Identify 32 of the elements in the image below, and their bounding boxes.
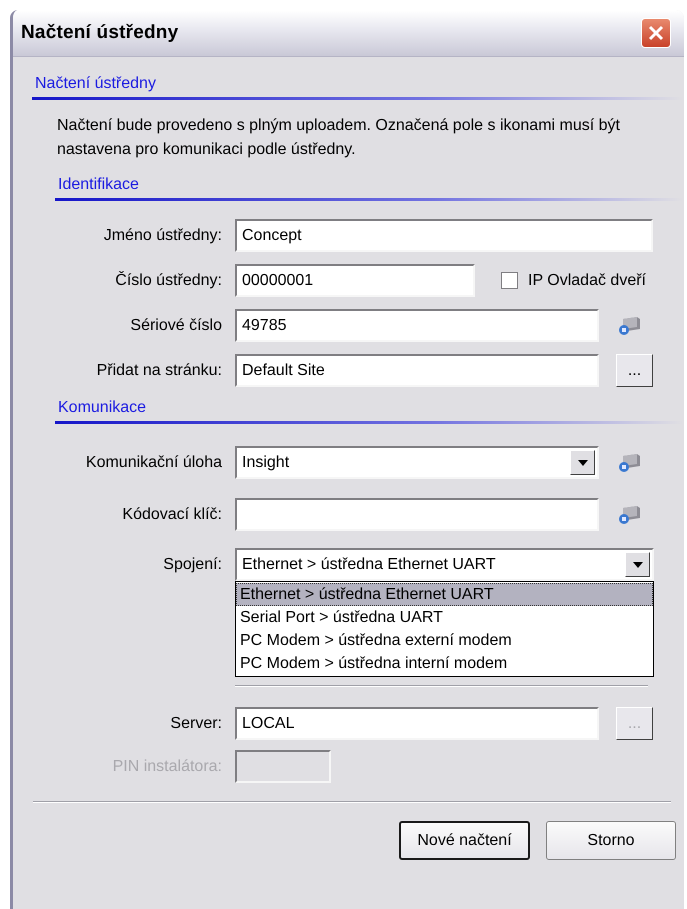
- device-icon: [617, 504, 641, 526]
- name-field[interactable]: Concept: [235, 219, 653, 252]
- close-icon: [647, 24, 665, 42]
- dropdown-option[interactable]: Ethernet > ústředna Ethernet UART: [236, 583, 653, 606]
- serial-field[interactable]: 49785: [235, 309, 599, 342]
- site-field[interactable]: Default Site: [235, 354, 599, 387]
- field-label: Přidat na stránku:: [96, 362, 222, 380]
- field-label: Kódovací klíč:: [121, 506, 222, 524]
- number-field[interactable]: 00000001: [235, 264, 475, 297]
- window-title: Načtení ústředny: [21, 22, 178, 44]
- description-text: Načtení bude provedeno s plným uploadem. Označená pole s ikonami musí být nastavena pro komunikaci podle ústředny.: [57, 116, 621, 160]
- field-label: Číslo ústředny:: [114, 272, 222, 290]
- task-dropdown[interactable]: Insight: [235, 446, 599, 479]
- field-label: Server:: [169, 714, 222, 732]
- field-label: Jméno ústředny:: [102, 226, 222, 244]
- browse-button[interactable]: ...: [616, 354, 653, 387]
- section-title: Identifikace: [57, 176, 140, 194]
- checkbox[interactable]: [501, 272, 518, 289]
- section-title: Komunikace: [57, 399, 148, 417]
- field-label: Spojení:: [162, 556, 222, 574]
- dropdown-arrow-icon: [578, 460, 588, 466]
- device-icon: [617, 452, 641, 474]
- section-title: Načtení ústředny: [34, 75, 157, 93]
- field-label: Sériové číslo: [129, 316, 222, 334]
- close-button[interactable]: [641, 18, 671, 48]
- dialog-button[interactable]: Storno: [546, 821, 676, 860]
- dropdown-arrow-icon: [632, 562, 642, 568]
- field-label: Komunikační úloha: [84, 454, 222, 472]
- dialog-button[interactable]: Nové načtení: [399, 821, 530, 860]
- device-icon: [617, 314, 641, 336]
- key-field[interactable]: [235, 498, 599, 531]
- checkbox-label: IP Ovladač dveří: [528, 272, 646, 290]
